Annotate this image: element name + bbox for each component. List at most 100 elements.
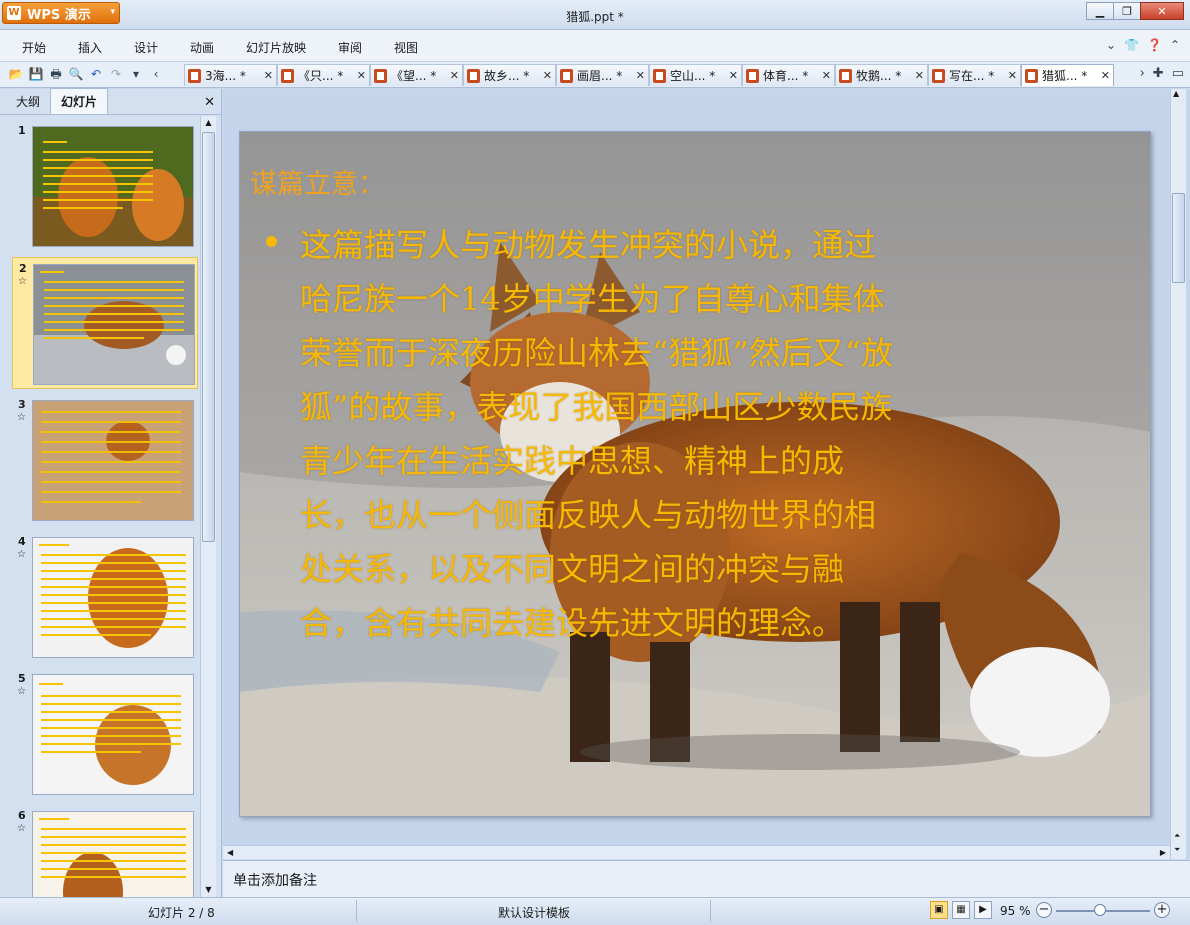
close-tab-icon[interactable]: ✕ bbox=[636, 69, 645, 82]
slideshow-view-button[interactable]: ▶ bbox=[974, 901, 992, 919]
body-line: 处关系，以及不同文明之间的冲突与融 bbox=[300, 550, 845, 588]
slide-thumbnail-3[interactable]: 3 ☆ bbox=[12, 394, 198, 526]
modified-mark: * bbox=[802, 69, 809, 83]
doc-tab[interactable]: 牧鹅... * ✕ bbox=[835, 64, 928, 86]
tab-outline[interactable]: 大纲 bbox=[6, 89, 50, 114]
close-tab-icon[interactable]: ✕ bbox=[1101, 69, 1110, 82]
menu-animation[interactable]: 动画 bbox=[190, 39, 214, 56]
slide-number: 6 bbox=[18, 809, 26, 822]
close-tab-icon[interactable]: ✕ bbox=[915, 69, 924, 82]
doc-tab[interactable]: 画眉... * ✕ bbox=[556, 64, 649, 86]
scroll-thumb[interactable] bbox=[1172, 193, 1185, 283]
doc-tab-active[interactable]: 猎狐... * ✕ bbox=[1021, 64, 1114, 86]
tab-list-icon[interactable]: ▭ bbox=[1172, 66, 1184, 81]
slide-thumbnail-1[interactable]: 1 bbox=[12, 120, 198, 252]
close-tab-icon[interactable]: ✕ bbox=[729, 69, 738, 82]
prev-slide-icon[interactable]: ⏶ bbox=[1174, 831, 1180, 841]
quick-access-toolbar: 📂 💾 🖶 🔍 ↶ ↷ ▾ ‹ bbox=[8, 66, 164, 82]
thumbnail-list: 1 2 ☆ 3 ☆ 4 ☆ 5 ☆ 6 ☆ bbox=[0, 116, 200, 897]
bullet-icon bbox=[266, 236, 277, 247]
doc-tab[interactable]: 《望... * ✕ bbox=[370, 64, 463, 86]
doc-tab[interactable]: 《只... * ✕ bbox=[277, 64, 370, 86]
tab-scroll-right-icon[interactable]: › bbox=[1140, 66, 1145, 81]
maximize-button[interactable]: ❐ bbox=[1113, 2, 1141, 20]
open-folder-icon[interactable]: 📂 bbox=[8, 66, 24, 82]
ppt-file-icon bbox=[746, 68, 759, 83]
slide-thumbnail-6[interactable]: 6 ☆ bbox=[12, 805, 198, 897]
normal-view-button[interactable]: ▣ bbox=[930, 901, 948, 919]
slide-thumbnail-4[interactable]: 4 ☆ bbox=[12, 531, 198, 663]
close-window-button[interactable]: ✕ bbox=[1140, 2, 1184, 20]
slide-thumbnail-2[interactable]: 2 ☆ bbox=[12, 257, 198, 389]
editor-horizontal-scrollbar[interactable]: ◀ ▶ bbox=[223, 845, 1170, 859]
animation-star-icon: ☆ bbox=[17, 549, 26, 560]
slide-indicator: 幻灯片 2 / 8 bbox=[148, 906, 215, 920]
menu-view[interactable]: 视图 bbox=[394, 39, 418, 56]
help-icon[interactable]: ❓ bbox=[1147, 38, 1162, 52]
next-slide-icon[interactable]: ⏷ bbox=[1174, 845, 1180, 855]
redo-icon[interactable]: ↷ bbox=[108, 66, 124, 82]
scroll-left-icon[interactable]: ◀ bbox=[227, 848, 233, 857]
thumbnail-image bbox=[32, 537, 194, 658]
slides-pane: 大纲 幻灯片 ✕ 1 2 ☆ 3 ☆ 4 ☆ 5 ☆ 6 ☆ ▲ ▼ bbox=[0, 88, 222, 897]
close-tab-icon[interactable]: ✕ bbox=[543, 69, 552, 82]
customize-toolbar-icon[interactable]: ▾ bbox=[128, 66, 144, 82]
zoom-in-button[interactable]: + bbox=[1154, 902, 1170, 918]
close-tab-icon[interactable]: ✕ bbox=[264, 69, 273, 82]
tab-scroll-left-icon[interactable]: ‹ bbox=[148, 66, 164, 82]
slide-body-text[interactable]: 这篇描写人与动物发生冲突的小说，通过 哈尼族一个14岁中学生为了自尊心和集体 荣… bbox=[300, 218, 1050, 650]
zoom-slider-knob[interactable] bbox=[1094, 904, 1106, 916]
menu-design[interactable]: 设计 bbox=[134, 39, 158, 56]
close-tab-icon[interactable]: ✕ bbox=[1008, 69, 1017, 82]
doc-tab-label: 画眉... bbox=[577, 69, 613, 83]
menu-slideshow[interactable]: 幻灯片放映 bbox=[246, 39, 306, 56]
scroll-up-icon[interactable]: ▲ bbox=[1173, 89, 1179, 98]
slide-thumbnail-5[interactable]: 5 ☆ bbox=[12, 668, 198, 800]
menu-insert[interactable]: 插入 bbox=[78, 39, 102, 56]
menu-review[interactable]: 审阅 bbox=[338, 39, 362, 56]
print-icon[interactable]: 🖶 bbox=[48, 66, 64, 82]
close-tab-icon[interactable]: ✕ bbox=[822, 69, 831, 82]
doc-tab-label: 写在... bbox=[949, 69, 985, 83]
new-tab-icon[interactable]: ✚ bbox=[1153, 66, 1164, 81]
thumbnail-image bbox=[32, 126, 194, 247]
slide-sorter-view-button[interactable]: ▦ bbox=[952, 901, 970, 919]
notes-placeholder[interactable]: 单击添加备注 bbox=[233, 870, 317, 890]
scroll-down-icon[interactable]: ▼ bbox=[201, 883, 216, 897]
doc-tab[interactable]: 写在... * ✕ bbox=[928, 64, 1021, 86]
doc-tab[interactable]: 体育... * ✕ bbox=[742, 64, 835, 86]
notes-pane[interactable]: 单击添加备注 bbox=[223, 860, 1190, 897]
modified-mark: * bbox=[709, 69, 716, 83]
save-icon[interactable]: 💾 bbox=[28, 66, 44, 82]
print-preview-icon[interactable]: 🔍 bbox=[68, 66, 84, 82]
editor-vertical-scrollbar[interactable]: ▲ ⏶ ⏷ bbox=[1170, 89, 1186, 859]
body-line: 荣誉而于深夜历险山林去“猎狐”然后又“放 bbox=[300, 334, 894, 372]
slide-canvas[interactable]: 谋篇立意： 这篇描写人与动物发生冲突的小说，通过 哈尼族一个14岁中学生为了自尊… bbox=[239, 131, 1151, 817]
ribbon-minimize-icon[interactable]: ⌃ bbox=[1170, 38, 1180, 52]
scroll-thumb[interactable] bbox=[202, 132, 215, 542]
menu-home[interactable]: 开始 bbox=[22, 39, 46, 56]
thumbnail-scrollbar[interactable]: ▲ ▼ bbox=[200, 116, 216, 897]
body-line: 长，也从一个侧面反映人与动物世界的相 bbox=[300, 496, 877, 534]
minimize-button[interactable]: ▁ bbox=[1086, 2, 1114, 20]
slide-title[interactable]: 谋篇立意： bbox=[250, 162, 385, 201]
tab-slides[interactable]: 幻灯片 bbox=[50, 88, 109, 114]
scroll-up-icon[interactable]: ▲ bbox=[201, 116, 216, 130]
zoom-out-button[interactable]: − bbox=[1036, 902, 1052, 918]
zoom-percentage[interactable]: 95 % bbox=[1000, 904, 1031, 918]
body-line: 合，含有共同去建设先进文明的理念。 bbox=[300, 604, 845, 642]
modified-mark: * bbox=[988, 69, 995, 83]
doc-tab[interactable]: 空山... * ✕ bbox=[649, 64, 742, 86]
doc-tab[interactable]: 故乡... * ✕ bbox=[463, 64, 556, 86]
tab-bar-right: › ✚ ▭ bbox=[1140, 66, 1184, 81]
menu-bar: 开始 插入 设计 动画 幻灯片放映 审阅 视图 ⌄ 👕 ❓ ⌃ bbox=[0, 30, 1190, 62]
design-template-label[interactable]: 默认设计模板 bbox=[498, 904, 570, 921]
scroll-right-icon[interactable]: ▶ bbox=[1160, 848, 1166, 857]
chevron-down-icon[interactable]: ⌄ bbox=[1106, 38, 1116, 52]
close-tab-icon[interactable]: ✕ bbox=[450, 69, 459, 82]
close-tab-icon[interactable]: ✕ bbox=[357, 69, 366, 82]
doc-tab[interactable]: 3海... * ✕ bbox=[184, 64, 277, 86]
close-pane-icon[interactable]: ✕ bbox=[204, 95, 215, 110]
skin-icon[interactable]: 👕 bbox=[1124, 38, 1139, 52]
undo-icon[interactable]: ↶ bbox=[88, 66, 104, 82]
